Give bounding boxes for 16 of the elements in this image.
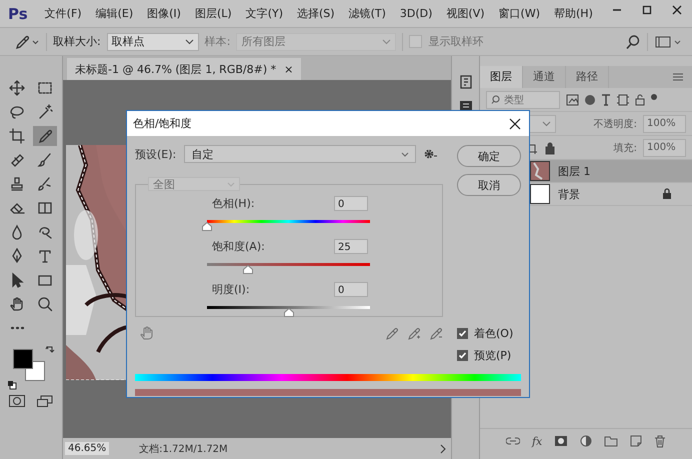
layer-name: 图层 1 [558,164,590,178]
show-ring-label: 显示取样环 [428,34,484,49]
preset-label: 预设(E): [135,146,176,162]
adjustment-label: 色相(H): [212,196,255,211]
adjustment-label: 明度(I): [212,282,250,297]
dialog-title: 色相/饱和度 [133,116,192,131]
document-info: 文档:1.72M/1.72M [139,442,228,456]
opacity-label: 不透明度: [594,118,637,130]
checkbox-label: 着色(O) [474,326,514,341]
app-logo: Ps [8,4,28,22]
checkbox-label: 预览(P) [474,348,512,363]
sample-size-label: 取样大小: [53,34,101,49]
sample-label: 样本: [204,34,230,49]
adjustment-label: 饱和度(A): [212,239,265,254]
fill-label: 填充: [614,142,637,154]
layer-name: 背景 [558,186,580,202]
